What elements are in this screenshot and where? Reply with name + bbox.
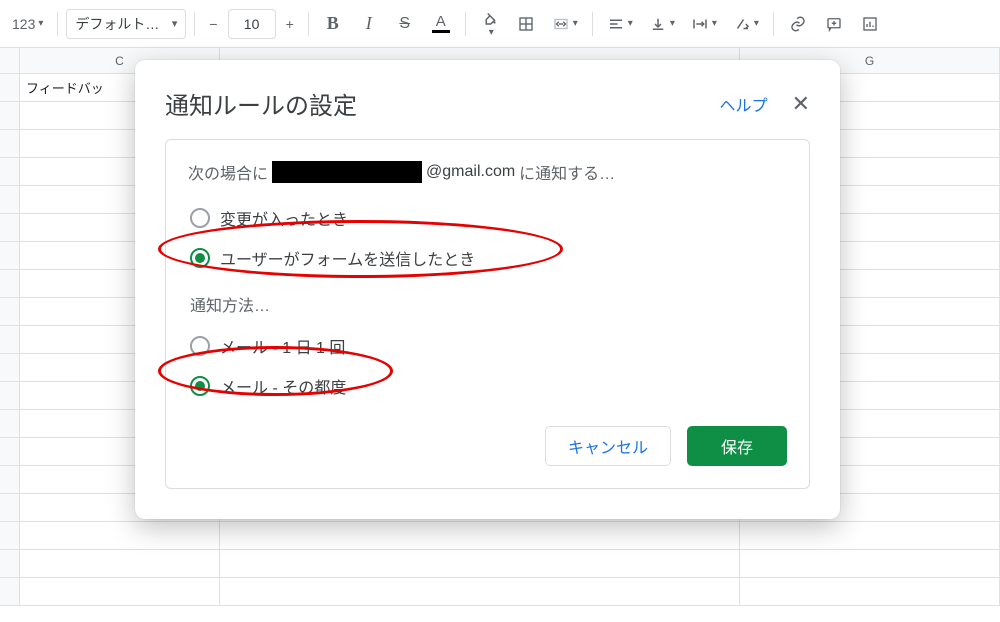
notify-suffix: に通知する… [519,160,615,184]
separator [592,12,593,36]
insert-comment-button[interactable] [818,8,850,40]
radio-label: メール - 1 日 1 回 [220,334,345,358]
align-left-icon [607,15,625,33]
bold-button[interactable]: B [317,8,349,40]
dialog-body: 次の場合に @gmail.com に通知する… 変更が入ったとき ユーザーがフォ… [165,139,810,489]
notification-rules-dialog: 通知ルールの設定 ヘルプ ✕ 次の場合に @gmail.com に通知する… 変… [135,60,840,519]
redacted-email-user [272,161,422,183]
radio-label: 変更が入ったとき [220,206,348,230]
help-link[interactable]: ヘルプ [720,92,768,116]
radio-icon [190,208,210,228]
horizontal-align-button[interactable] [601,8,639,40]
italic-button[interactable]: I [353,8,385,40]
font-size-input[interactable]: 10 [228,9,276,39]
font-size-decrease[interactable]: − [203,8,223,40]
font-family-value: デフォルト… [75,14,171,34]
separator [57,12,58,36]
number-format-dropdown[interactable]: 123 [6,8,49,40]
cancel-button[interactable]: キャンセル [545,426,671,466]
save-button[interactable]: 保存 [687,426,787,466]
text-color-button[interactable]: A [425,8,457,40]
method-section-label: 通知方法… [190,292,787,316]
separator [773,12,774,36]
table-row[interactable] [0,550,1000,578]
radio-when-form-submit[interactable]: ユーザーがフォームを送信したとき [188,238,787,278]
radio-method-immediate[interactable]: メール - その都度 [188,366,787,406]
vertical-align-button[interactable] [643,8,681,40]
insert-link-button[interactable] [782,8,814,40]
wrap-icon [691,15,709,33]
fill-color-button[interactable] [474,8,506,40]
notify-line: 次の場合に @gmail.com に通知する… [188,160,787,184]
email-domain: @gmail.com [426,163,515,181]
toolbar: 123 デフォルト… ▾ − 10 + B I S A [0,0,1000,48]
separator [194,12,195,36]
separator [308,12,309,36]
radio-when-changes[interactable]: 変更が入ったとき [188,198,787,238]
text-rotation-button[interactable] [727,8,765,40]
notify-prefix: 次の場合に [188,160,268,184]
table-row[interactable] [0,578,1000,606]
strikethrough-button[interactable]: S [389,8,421,40]
link-icon [789,15,807,33]
radio-icon [190,376,210,396]
chart-icon [861,15,879,33]
merge-cells-button[interactable] [546,8,584,40]
paint-bucket-icon [481,9,499,27]
valign-bottom-icon [649,15,667,33]
table-row[interactable] [0,522,1000,550]
borders-icon [517,15,535,33]
insert-chart-button[interactable] [854,8,886,40]
number-format-label: 123 [12,16,35,32]
borders-button[interactable] [510,8,542,40]
text-wrap-button[interactable] [685,8,723,40]
rotation-icon [733,15,751,33]
radio-icon [190,336,210,356]
comment-plus-icon [825,15,843,33]
font-size-increase[interactable]: + [280,8,300,40]
font-family-select[interactable]: デフォルト… ▾ [66,9,186,39]
font-size-value: 10 [244,16,260,32]
radio-icon [190,248,210,268]
close-icon[interactable]: ✕ [792,93,810,115]
dialog-title: 通知ルールの設定 [165,86,720,121]
radio-method-daily[interactable]: メール - 1 日 1 回 [188,326,787,366]
radio-label: メール - その都度 [220,374,346,398]
separator [465,12,466,36]
merge-icon [552,15,570,33]
radio-label: ユーザーがフォームを送信したとき [220,246,475,270]
